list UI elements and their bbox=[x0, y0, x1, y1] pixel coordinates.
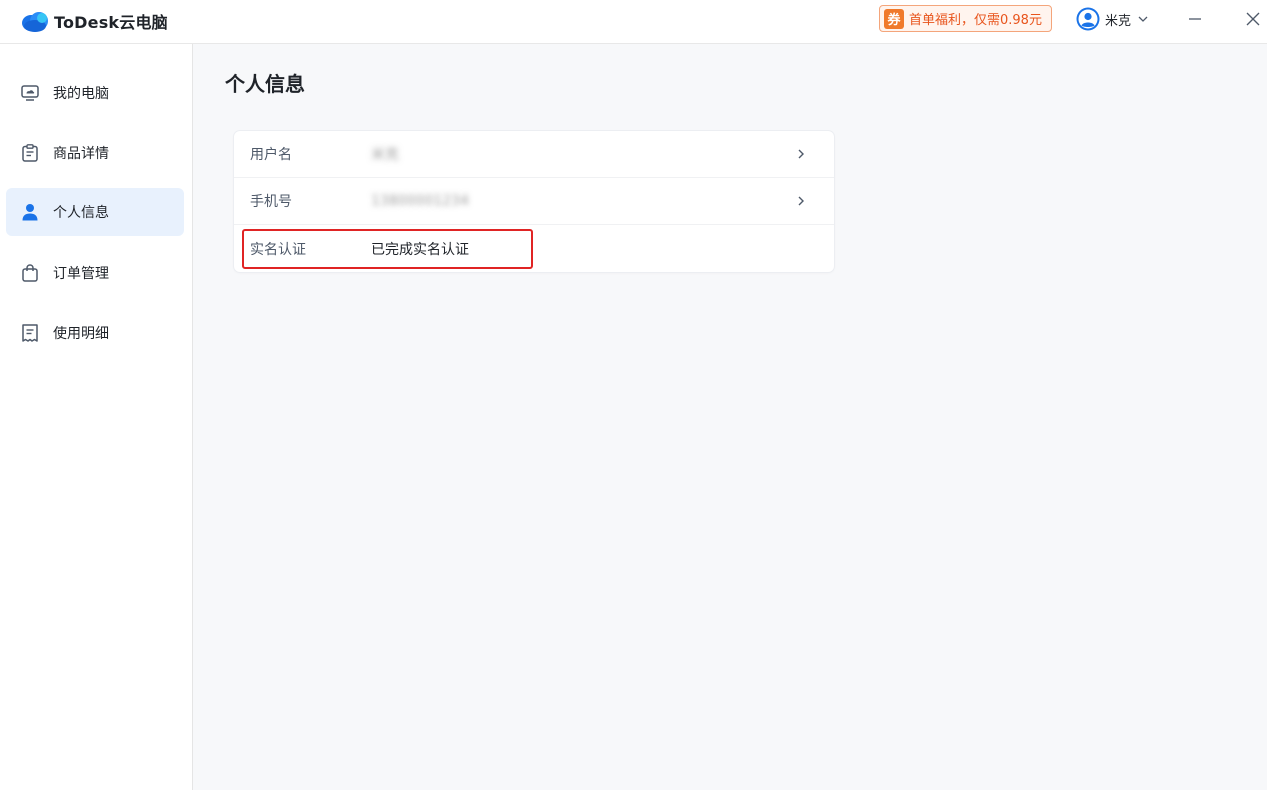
promo-text: 首单福利，仅需0.98元 bbox=[909, 13, 1042, 28]
sidebar-item-product-details[interactable]: 商品详情 bbox=[6, 129, 184, 177]
sidebar-item-personal-info[interactable]: 个人信息 bbox=[6, 188, 184, 236]
verification-status: 已完成实名认证 bbox=[371, 241, 469, 258]
sidebar-item-usage-details[interactable]: 使用明细 bbox=[6, 309, 184, 357]
row-label: 实名认证 bbox=[250, 241, 306, 258]
sidebar-item-my-computer[interactable]: 我的电脑 bbox=[6, 69, 184, 117]
person-icon bbox=[19, 201, 41, 223]
sidebar-item-label: 使用明细 bbox=[53, 326, 109, 342]
cloud-logo-icon bbox=[22, 12, 48, 32]
minimize-button[interactable] bbox=[1184, 8, 1206, 30]
title-bar: ToDesk云电脑 券 首单福利，仅需0.98元 米克 bbox=[0, 0, 1267, 44]
sidebar: 我的电脑 商品详情 个人信息 订单管理 使用明细 bbox=[0, 44, 193, 790]
username-value: 米克 bbox=[371, 147, 399, 163]
sidebar-item-label: 我的电脑 bbox=[53, 86, 109, 102]
personal-info-card: 用户名 米克 手机号 13800001234 实名认证 已完成实名认证 bbox=[234, 131, 834, 272]
chevron-right-icon bbox=[798, 196, 804, 206]
sidebar-item-label: 商品详情 bbox=[53, 146, 109, 162]
row-label: 用户名 bbox=[250, 147, 292, 163]
phone-value: 13800001234 bbox=[371, 193, 469, 209]
chevron-down-icon bbox=[1138, 16, 1148, 22]
close-icon bbox=[1246, 12, 1260, 26]
real-name-verification-row: 实名认证 已完成实名认证 bbox=[234, 225, 834, 272]
coupon-icon: 券 bbox=[884, 8, 904, 29]
avatar-icon bbox=[1076, 7, 1100, 31]
sidebar-item-label: 个人信息 bbox=[53, 205, 109, 221]
app-title: ToDesk云电脑 bbox=[54, 13, 168, 32]
shopping-bag-icon bbox=[19, 262, 41, 284]
chevron-right-icon bbox=[798, 149, 804, 159]
promo-banner[interactable]: 券 首单福利，仅需0.98元 bbox=[879, 5, 1052, 32]
user-name: 米克 bbox=[1105, 13, 1132, 29]
app-logo: ToDesk云电脑 bbox=[20, 9, 168, 33]
main-content: 个人信息 用户名 米克 手机号 13800001234 实名认证 已完成实名认证 bbox=[193, 44, 1267, 790]
page-title: 个人信息 bbox=[225, 72, 305, 96]
receipt-icon bbox=[19, 322, 41, 344]
username-row[interactable]: 用户名 米克 bbox=[234, 131, 834, 178]
row-label: 手机号 bbox=[250, 194, 292, 210]
monitor-icon bbox=[19, 82, 41, 104]
minimize-icon bbox=[1189, 18, 1201, 20]
phone-row[interactable]: 手机号 13800001234 bbox=[234, 178, 834, 225]
sidebar-item-label: 订单管理 bbox=[53, 266, 109, 282]
clipboard-icon bbox=[19, 142, 41, 164]
sidebar-item-order-management[interactable]: 订单管理 bbox=[6, 249, 184, 297]
close-button[interactable] bbox=[1242, 8, 1264, 30]
user-menu[interactable]: 米克 bbox=[1076, 7, 1149, 31]
